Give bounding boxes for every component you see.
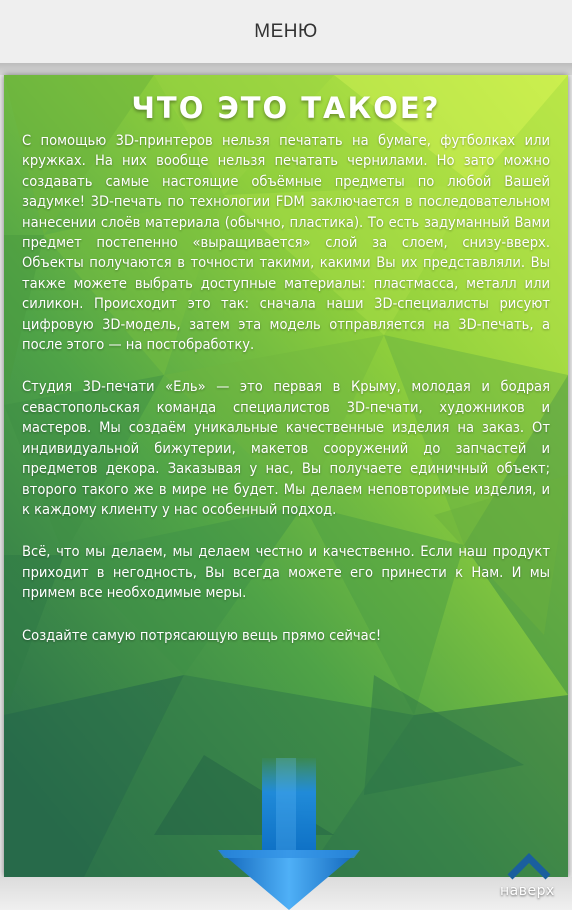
section-title: ЧТО ЭТО ТАКОЕ? xyxy=(131,91,441,125)
paragraph-quality: Всё, что мы делаем, мы делаем честно и к… xyxy=(22,543,550,602)
about-section: ЧТО ЭТО ТАКОЕ? С помощью 3D-принтеров не… xyxy=(4,75,568,877)
divider xyxy=(0,63,572,75)
scroll-top-button[interactable]: наверх xyxy=(494,850,564,908)
menu-button[interactable]: МЕНЮ xyxy=(240,15,331,49)
scroll-top-label: наверх xyxy=(500,883,555,899)
chevron-up-icon xyxy=(507,853,551,880)
about-content: ЧТО ЭТО ТАКОЕ? С помощью 3D-принтеров не… xyxy=(22,91,550,668)
paragraph-studio: Студия 3D-печати «Ель» — это первая в Кр… xyxy=(22,378,550,518)
arrow-down-icon[interactable] xyxy=(214,758,364,910)
paragraph-intro: С помощью 3D-принтеров нельзя печатать н… xyxy=(22,132,550,354)
paragraph-cta: Создайте самую потрясающую вещь прямо се… xyxy=(22,626,382,644)
top-menu-bar: МЕНЮ xyxy=(0,0,572,63)
